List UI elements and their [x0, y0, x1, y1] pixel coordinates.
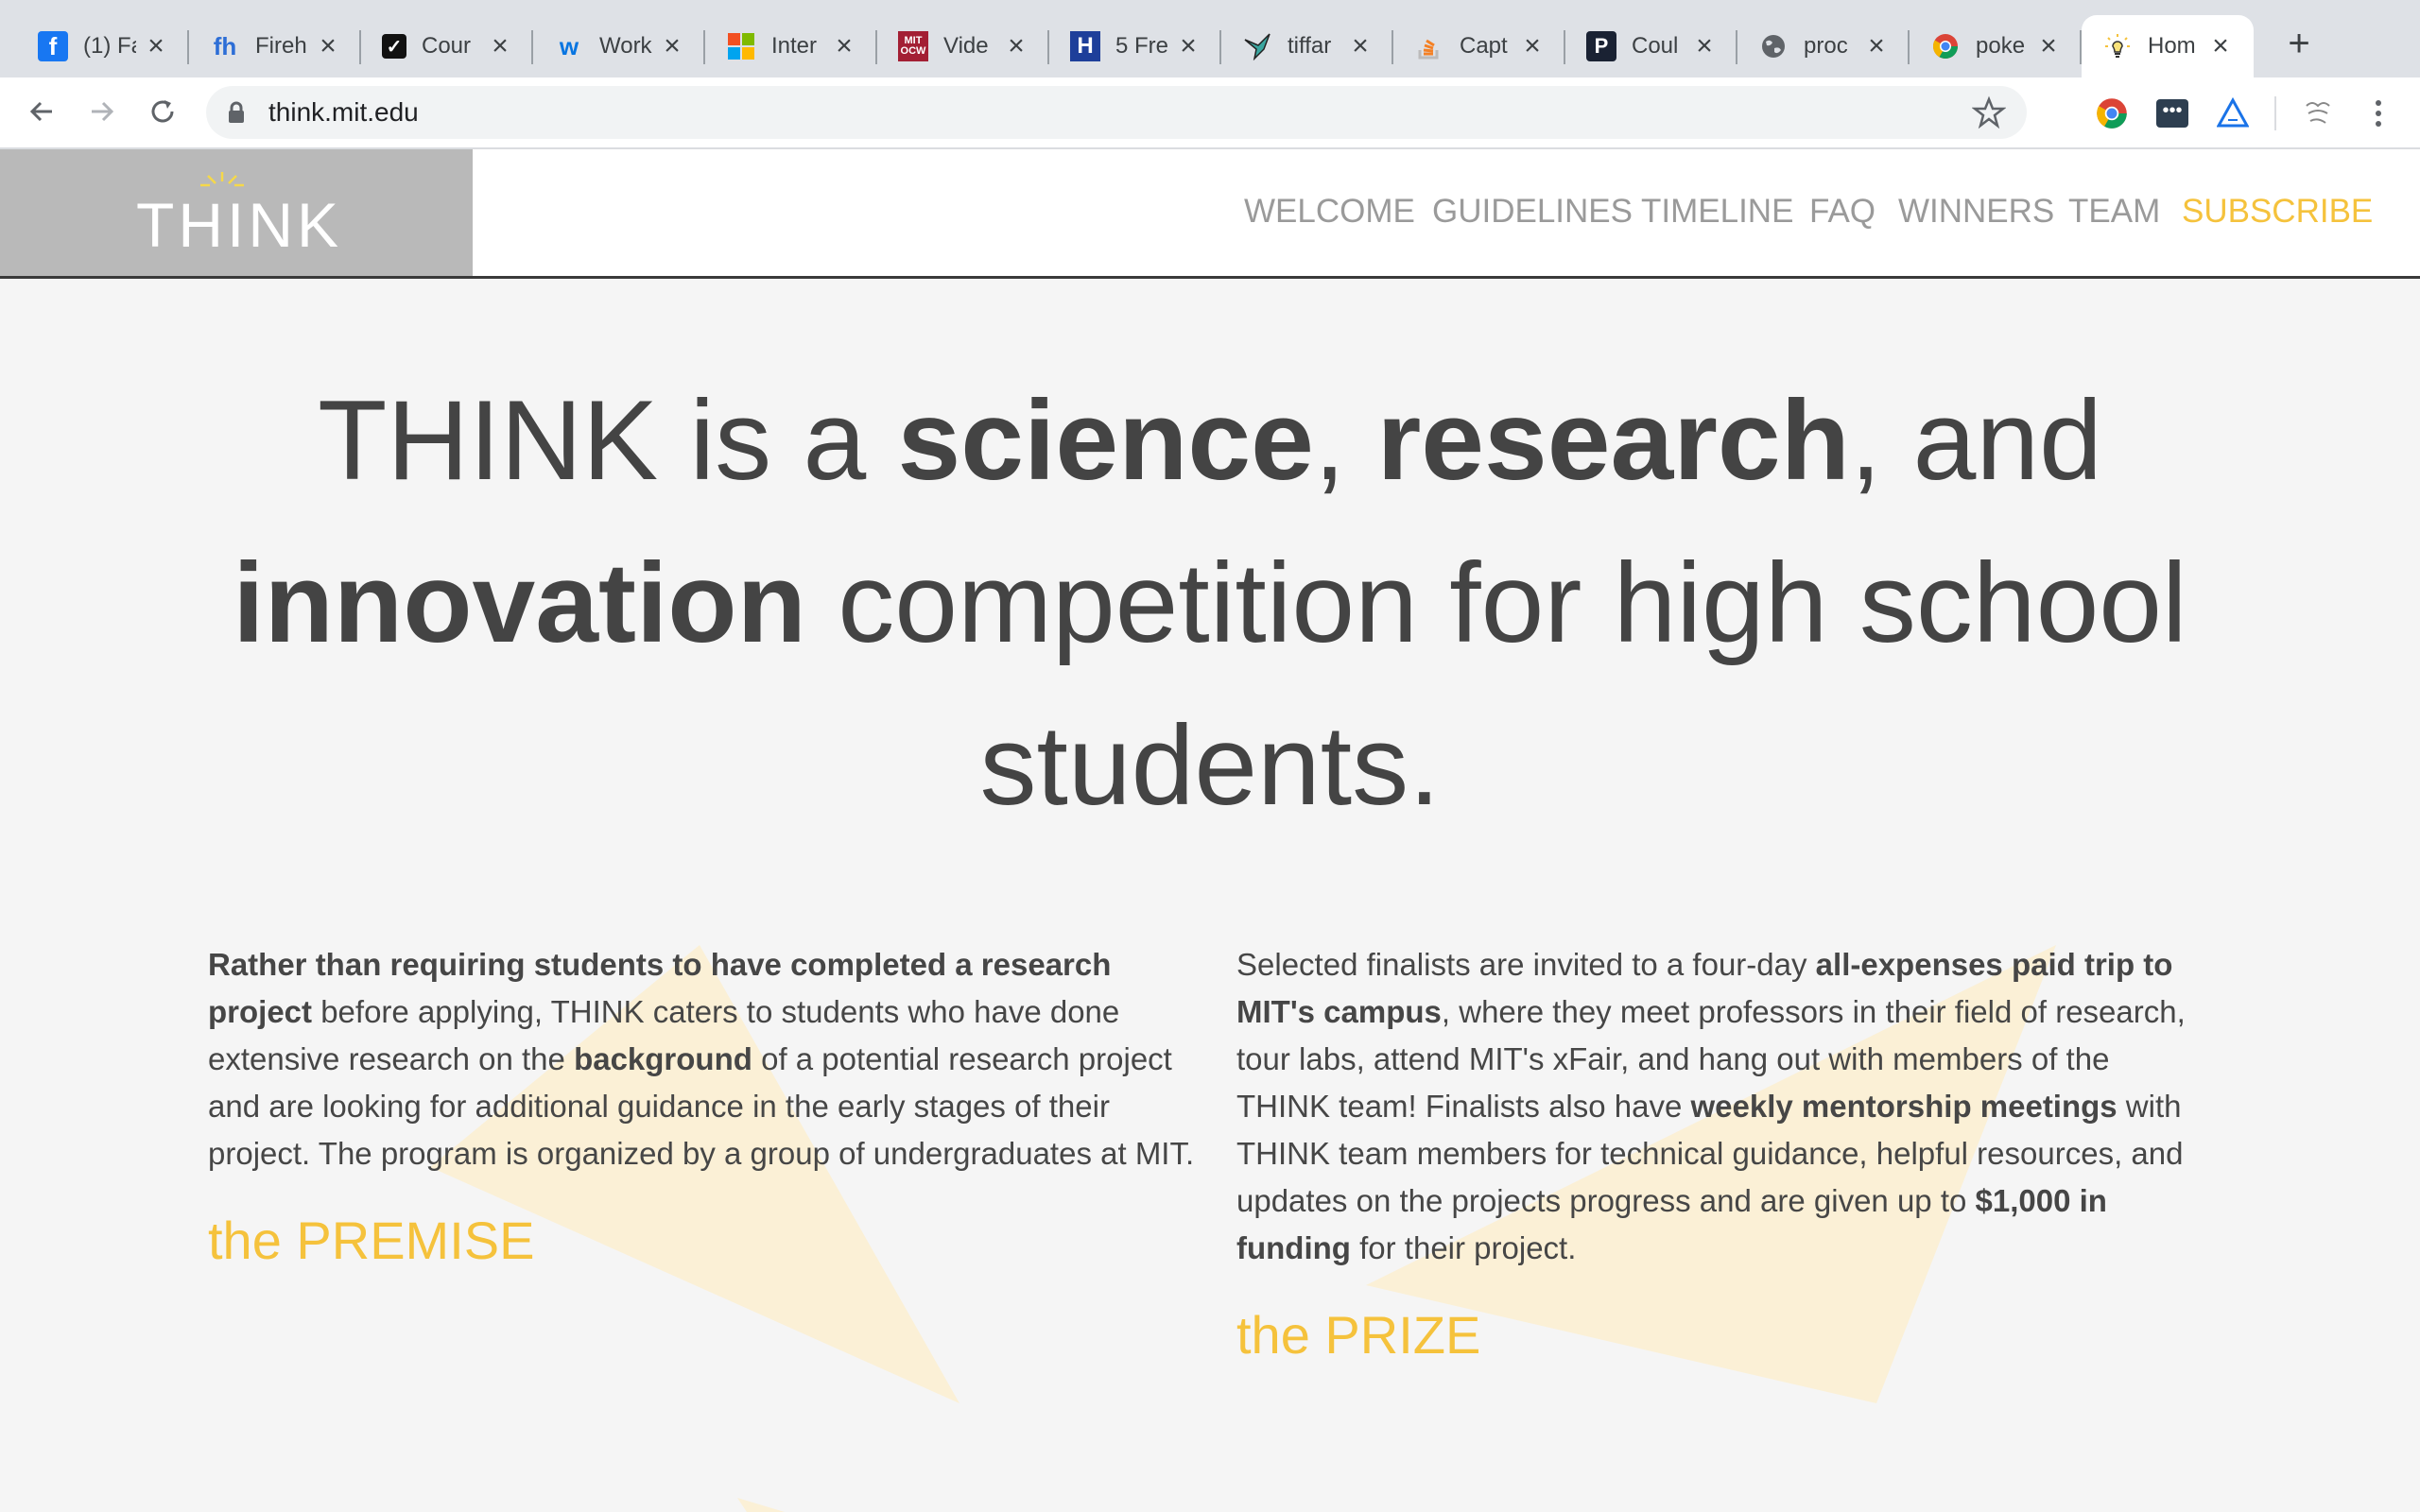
workday-w-icon: w: [559, 31, 579, 60]
browser-tab[interactable]: ✓ Cour ×: [361, 15, 533, 77]
close-icon[interactable]: ×: [1174, 32, 1202, 60]
address-bar[interactable]: think.mit.edu: [206, 86, 2027, 139]
nav-timeline[interactable]: TIMELINE: [1641, 193, 1793, 231]
nav-welcome[interactable]: WELCOME: [1244, 193, 1415, 231]
close-icon[interactable]: ×: [486, 32, 514, 60]
browser-tab[interactable]: Inter ×: [705, 15, 877, 77]
close-icon[interactable]: ×: [2034, 32, 2063, 60]
tab-title: Vide: [943, 33, 989, 59]
p-logo-icon: P: [1586, 31, 1616, 61]
hero-heading: THINK is a science, research, and innova…: [233, 377, 2187, 829]
tab-title: Inter: [771, 33, 818, 59]
tab-title: poke: [1976, 33, 2026, 59]
back-arrow-icon[interactable]: [19, 89, 64, 134]
microsoft-icon: [726, 31, 756, 61]
nav-subscribe[interactable]: SUBSCRIBE: [2182, 193, 2373, 231]
facebook-icon: f: [38, 31, 68, 61]
browser-tab[interactable]: proc ×: [1737, 15, 1910, 77]
triangle-extension-icon[interactable]: [2216, 96, 2250, 130]
bird-icon: [1242, 31, 1272, 61]
nav-winners[interactable]: WINNERS: [1898, 193, 2054, 231]
stackoverflow-icon: [1414, 31, 1444, 61]
site-logo[interactable]: THINK: [0, 149, 473, 276]
browser-tab[interactable]: Capt ×: [1393, 15, 1565, 77]
browser-tab[interactable]: tiffar ×: [1221, 15, 1393, 77]
tab-title: Coul: [1632, 33, 1679, 59]
prize-paragraph: Selected finalists are invited to a four…: [1236, 947, 2186, 1265]
tab-title: 5 Fre: [1115, 33, 1168, 59]
close-icon[interactable]: ×: [830, 32, 858, 60]
tab-title: Fireh: [255, 33, 307, 59]
close-icon[interactable]: ×: [1862, 32, 1891, 60]
reload-icon[interactable]: [140, 89, 185, 134]
more-menu-icon[interactable]: [2361, 96, 2395, 130]
browser-tab[interactable]: H 5 Fre ×: [1049, 15, 1221, 77]
password-manager-icon[interactable]: •••: [2155, 96, 2189, 130]
firehouse-fh-icon: fh: [213, 31, 237, 60]
forward-arrow-icon[interactable]: [79, 89, 125, 134]
globe-icon: [1758, 31, 1789, 61]
new-tab-plus-icon[interactable]: +: [2280, 25, 2318, 62]
browser-tab[interactable]: w Work ×: [533, 15, 705, 77]
close-icon[interactable]: ×: [142, 32, 170, 60]
close-icon[interactable]: ×: [658, 32, 686, 60]
close-icon[interactable]: ×: [314, 32, 342, 60]
premise-title: the PREMISE: [208, 1211, 535, 1270]
browser-tab[interactable]: MIT OCW Vide ×: [877, 15, 1049, 77]
tab-title: proc: [1804, 33, 1848, 59]
tab-title: Hom: [2148, 33, 2196, 59]
tab-title: Capt: [1460, 33, 1508, 59]
url-text[interactable]: think.mit.edu: [268, 97, 419, 128]
lightbulb-icon: [2102, 31, 2133, 61]
premise-paragraph: Rather than requiring students to have c…: [208, 947, 1195, 1171]
close-icon[interactable]: ×: [1002, 32, 1030, 60]
prize-title: the PRIZE: [1236, 1305, 1481, 1365]
lock-icon: [227, 101, 246, 129]
tab-title: (1) Fa: [83, 33, 136, 59]
logo-text: THINK: [136, 190, 342, 260]
tab-title: tiffar: [1288, 33, 1332, 59]
close-icon[interactable]: ×: [1518, 32, 1547, 60]
close-icon[interactable]: ×: [1690, 32, 1719, 60]
browser-tab[interactable]: poke ×: [1910, 15, 2082, 77]
nav-guidelines[interactable]: GUIDELINES: [1432, 193, 1633, 231]
browser-tab-active[interactable]: Hom ×: [2082, 15, 2254, 77]
browser-tab[interactable]: f (1) Fa ×: [17, 15, 189, 77]
checkbox-check-icon: ✓: [382, 34, 406, 59]
browser-tab[interactable]: P Coul ×: [1565, 15, 1737, 77]
nav-team[interactable]: TEAM: [2068, 193, 2160, 231]
bookmark-star-icon[interactable]: [1971, 95, 2007, 134]
close-icon[interactable]: ×: [1346, 32, 1374, 60]
close-icon[interactable]: ×: [2206, 32, 2235, 60]
browser-tab-strip: f (1) Fa × fh Fireh × ✓ Cour × w Work × …: [0, 0, 2420, 77]
profile-avatar[interactable]: [2301, 96, 2335, 130]
toolbar-divider: [2274, 96, 2276, 130]
tab-title: Work: [599, 33, 652, 59]
browser-toolbar: think.mit.edu •••: [0, 77, 2420, 149]
site-header: THINK WELCOME GUIDELINES TIMELINE FAQ WI…: [0, 149, 2420, 276]
tab-title: Cour: [422, 33, 472, 59]
h-logo-icon: H: [1070, 31, 1100, 61]
nav-faq[interactable]: FAQ: [1809, 193, 1876, 231]
browser-tab[interactable]: fh Fireh ×: [189, 15, 361, 77]
chrome-extension-icon[interactable]: [2095, 96, 2129, 130]
chrome-icon: [1930, 31, 1961, 61]
mit-ocw-icon: MIT OCW: [898, 31, 928, 61]
